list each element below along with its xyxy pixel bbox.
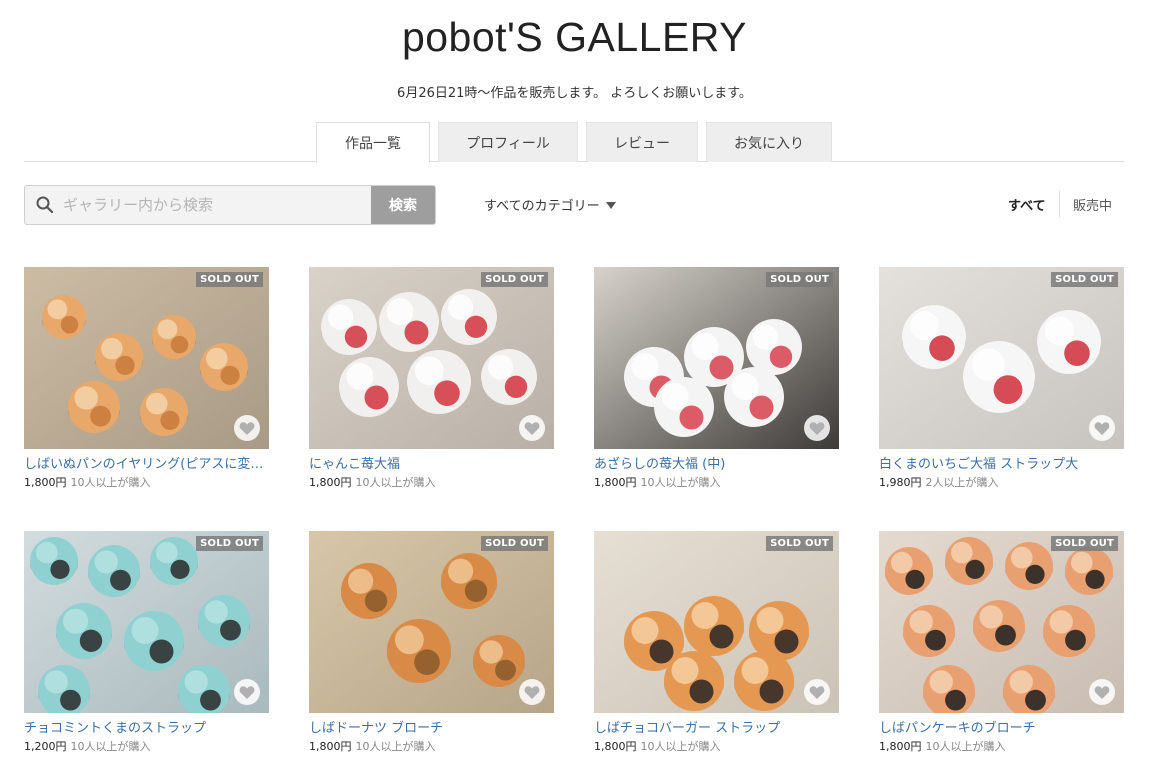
product-meta: 1,800円 10人以上が購入 [309,474,436,490]
sold-out-badge: SOLD OUT [766,272,833,287]
filter-on-sale[interactable]: 販売中 [1073,195,1112,214]
product-image[interactable]: SOLD OUT [309,267,554,449]
sold-out-badge: SOLD OUT [1051,272,1118,287]
search-button[interactable]: 検索 [371,186,435,224]
tab-reviews[interactable]: レビュー [586,122,698,162]
heart-icon[interactable] [1089,415,1115,441]
tab-profile[interactable]: プロフィール [438,122,578,162]
product-price: 1,800円 [594,476,637,489]
caret-down-icon [605,201,616,209]
tab-favorites[interactable]: お気に入り [706,122,832,162]
heart-icon[interactable] [804,415,830,441]
heart-icon[interactable] [234,679,260,705]
product-buyers: 10人以上が購入 [355,740,436,753]
product-buyers: 10人以上が購入 [70,476,151,489]
product-image[interactable]: SOLD OUT [879,531,1124,713]
sold-out-badge: SOLD OUT [196,536,263,551]
heart-icon[interactable] [804,679,830,705]
sold-out-badge: SOLD OUT [196,272,263,287]
sold-out-badge: SOLD OUT [481,536,548,551]
product-title[interactable]: しばいぬパンのイヤリング(ピアスに変更可) [24,453,269,472]
heart-icon[interactable] [234,415,260,441]
product-meta: 1,800円 10人以上が購入 [309,738,436,754]
search-box: 検索 [24,185,436,225]
category-dropdown[interactable]: すべてのカテゴリー [484,195,616,214]
product-meta: 1,800円 10人以上が購入 [879,738,1006,754]
filter-all[interactable]: すべて [1008,195,1046,214]
product-buyers: 10人以上が購入 [925,740,1006,753]
page-title: pobot'S GALLERY [401,14,748,60]
product-image[interactable]: SOLD OUT [309,531,554,713]
product-buyers: 10人以上が購入 [70,740,151,753]
product-card[interactable]: SOLD OUT にゃんこ苺大福 1,800円 10人以上が購入 [309,267,554,507]
search-icon [35,195,55,215]
product-buyers: 2人以上が購入 [925,476,999,489]
product-title[interactable]: しばパンケーキのブローチ [879,717,1124,736]
product-card[interactable]: SOLD OUT しばドーナツ ブローチ 1,800円 10人以上が購入 [309,531,554,771]
product-title[interactable]: しばチョコバーガー ストラップ [594,717,839,736]
product-title[interactable]: 白くまのいちご大福 ストラップ大 [879,453,1124,472]
product-card[interactable]: SOLD OUT しばいぬパンのイヤリング(ピアスに変更可) 1,800円 10人… [24,267,269,507]
product-meta: 1,800円 10人以上が購入 [594,474,721,490]
product-buyers: 10人以上が購入 [640,476,721,489]
product-image[interactable]: SOLD OUT [594,531,839,713]
product-meta: 1,980円 2人以上が購入 [879,474,999,490]
product-image[interactable]: SOLD OUT [24,267,269,449]
product-price: 1,800円 [879,740,922,753]
product-card[interactable]: SOLD OUT しばチョコバーガー ストラップ 1,800円 10人以上が購入 [594,531,839,771]
sold-out-badge: SOLD OUT [766,536,833,551]
tab-bar: 作品一覧 プロフィール レビュー お気に入り [24,122,1124,163]
product-buyers: 10人以上が購入 [640,740,721,753]
product-title[interactable]: しばドーナツ ブローチ [309,717,554,736]
product-card[interactable]: SOLD OUT 白くまのいちご大福 ストラップ大 1,980円 2人以上が購入 [879,267,1124,507]
product-title[interactable]: あざらしの苺大福 (中) [594,453,839,472]
product-price: 1,200円 [24,740,67,753]
product-meta: 1,800円 10人以上が購入 [594,738,721,754]
sold-out-badge: SOLD OUT [481,272,548,287]
product-price: 1,800円 [309,476,352,489]
product-meta: 1,800円 10人以上が購入 [24,474,151,490]
product-buyers: 10人以上が購入 [355,476,436,489]
product-title[interactable]: にゃんこ苺大福 [309,453,554,472]
tab-works[interactable]: 作品一覧 [316,122,430,163]
product-meta: 1,200円 10人以上が購入 [24,738,151,754]
product-price: 1,800円 [24,476,67,489]
product-card[interactable]: SOLD OUT あざらしの苺大福 (中) 1,800円 10人以上が購入 [594,267,839,507]
heart-icon[interactable] [1089,679,1115,705]
page-subtitle: 6月26日21時〜作品を販売します。 よろしくお願いします。 [397,86,752,101]
product-card[interactable]: SOLD OUT しばパンケーキのブローチ 1,800円 10人以上が購入 [879,531,1124,771]
heart-icon[interactable] [519,415,545,441]
sold-out-badge: SOLD OUT [1051,536,1118,551]
product-title[interactable]: チョコミントくまのストラップ [24,717,269,736]
search-input[interactable] [63,186,373,224]
product-price: 1,800円 [309,740,352,753]
heart-icon[interactable] [519,679,545,705]
product-card[interactable]: SOLD OUT チョコミントくまのストラップ 1,200円 10人以上が購入 [24,531,269,771]
category-label: すべてのカテゴリー [484,199,600,214]
product-price: 1,800円 [594,740,637,753]
product-image[interactable]: SOLD OUT [879,267,1124,449]
product-image[interactable]: SOLD OUT [24,531,269,713]
product-image[interactable]: SOLD OUT [594,267,839,449]
product-price: 1,980円 [879,476,922,489]
filter-divider [1059,191,1060,217]
